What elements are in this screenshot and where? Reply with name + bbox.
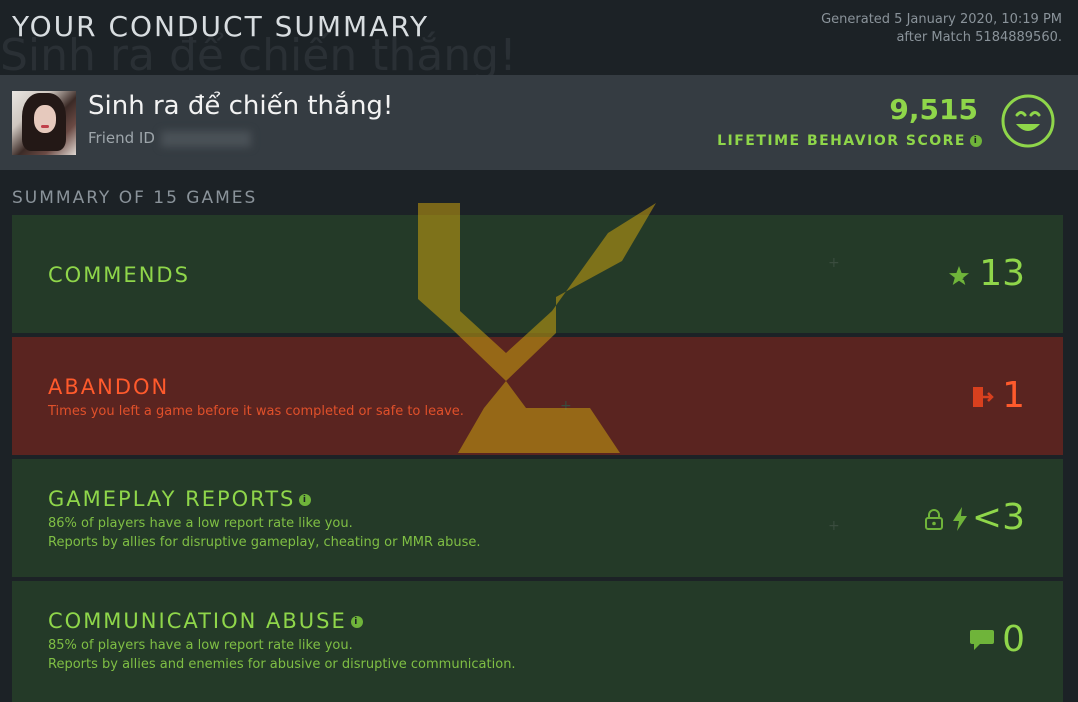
player-name: Sinh ra để chiến thắng! [88, 91, 394, 121]
abandon-description: Times you left a game before it was comp… [48, 404, 464, 419]
abandon-title: ABANDON [48, 375, 170, 399]
generated-info: Generated 5 January 2020, 10:19 PM after… [821, 11, 1062, 47]
gameplay-reports-description: 86% of players have a low report rate li… [48, 514, 481, 552]
gameplay-reports-heading: GAMEPLAY REPORTS i [48, 487, 312, 511]
info-icon[interactable]: i [970, 135, 982, 147]
exit-door-icon [973, 387, 994, 407]
communication-abuse-line1: 85% of players have a low report rate li… [48, 638, 353, 653]
abandon-card: ABANDON Times you left a game before it … [12, 337, 1063, 455]
gameplay-reports-title: GAMEPLAY REPORTS [48, 487, 296, 511]
decorative-plus: + [828, 255, 840, 271]
profile-header: Sinh ra để chiến thắng! Friend ID 9,515 … [0, 75, 1078, 170]
generated-date: Generated 5 January 2020, 10:19 PM [821, 12, 1062, 27]
avatar[interactable] [12, 91, 76, 155]
gameplay-reports-value: <3 [971, 497, 1025, 538]
summary-label: SUMMARY OF 15 GAMES [12, 188, 258, 208]
behavior-score-label-text: LIFETIME BEHAVIOR SCORE [717, 133, 966, 149]
page-title: YOUR CONDUCT SUMMARY [12, 10, 430, 43]
abandon-value: 1 [1002, 375, 1025, 416]
lock-icon [925, 509, 943, 530]
gameplay-reports-line1: 86% of players have a low report rate li… [48, 516, 353, 531]
decorative-plus: + [828, 518, 840, 534]
commends-title: COMMENDS [48, 263, 190, 287]
info-icon[interactable]: i [299, 494, 312, 506]
friend-id: Friend ID [88, 129, 251, 147]
communication-abuse-card: COMMUNICATION ABUSE i 85% of players have… [12, 581, 1063, 702]
info-icon[interactable]: i [350, 616, 363, 628]
decorative-plus: + [560, 398, 572, 414]
commends-card: COMMENDS 13 [12, 215, 1063, 333]
commends-value: 13 [979, 253, 1025, 294]
gameplay-reports-card: GAMEPLAY REPORTS i 86% of players have a … [12, 459, 1063, 577]
generated-match: after Match 5184889560. [896, 30, 1062, 45]
communication-abuse-title: COMMUNICATION ABUSE [48, 609, 347, 633]
communication-abuse-heading: COMMUNICATION ABUSE i [48, 609, 363, 633]
communication-abuse-line2: Reports by allies and enemies for abusiv… [48, 657, 516, 672]
lightning-icon [953, 507, 967, 531]
communication-abuse-description: 85% of players have a low report rate li… [48, 636, 516, 674]
friend-id-label: Friend ID [88, 129, 155, 147]
behavior-score-value: 9,515 [889, 93, 978, 126]
star-icon [949, 266, 969, 285]
friend-id-redacted [160, 130, 251, 147]
gameplay-reports-line2: Reports by allies for disruptive gamepla… [48, 535, 481, 550]
chat-bubble-icon [970, 630, 994, 650]
communication-abuse-value: 0 [1002, 619, 1025, 660]
behavior-score-label: LIFETIME BEHAVIOR SCORE i [717, 133, 982, 149]
smiley-face-icon [1001, 94, 1055, 148]
